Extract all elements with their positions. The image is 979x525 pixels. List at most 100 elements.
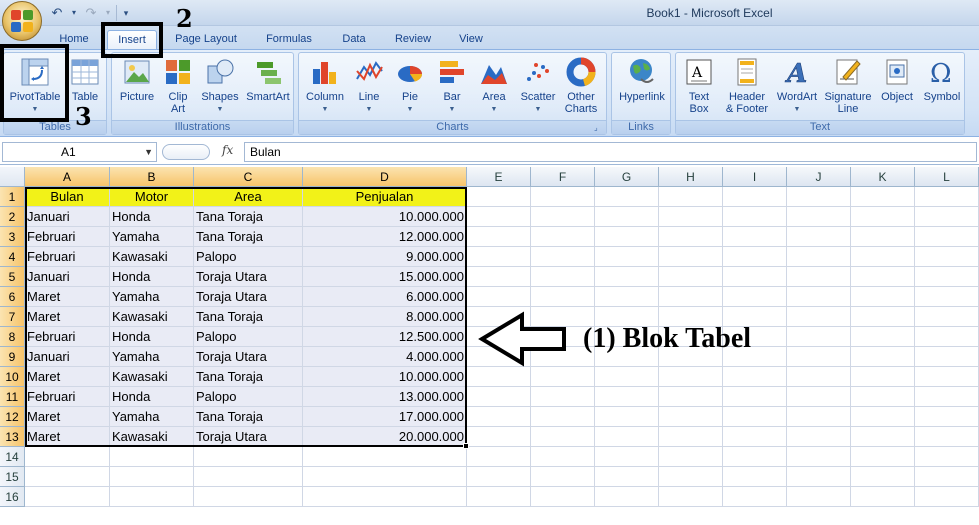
cell-l13[interactable] [915, 427, 979, 447]
cell-k2[interactable] [851, 207, 915, 227]
cell-d10[interactable]: 10.000.000 [303, 367, 467, 387]
cell-h10[interactable] [659, 367, 723, 387]
wordart-button[interactable]: A WordArt ▼ [774, 56, 820, 116]
tab-page-layout[interactable]: Page Layout [172, 30, 240, 50]
cell-h11[interactable] [659, 387, 723, 407]
cell-a8[interactable]: Februari [25, 327, 110, 347]
cell-b15[interactable] [110, 467, 194, 487]
cell-g3[interactable] [595, 227, 659, 247]
cell-l7[interactable] [915, 307, 979, 327]
row-header-12[interactable]: 12 [0, 407, 25, 427]
cell-c14[interactable] [194, 447, 303, 467]
cell-a13[interactable]: Maret [25, 427, 110, 447]
cell-a6[interactable]: Maret [25, 287, 110, 307]
cell-b16[interactable] [110, 487, 194, 507]
cell-a4[interactable]: Februari [25, 247, 110, 267]
hyperlink-button[interactable]: Hyperlink [614, 56, 670, 103]
redo-dropdown-icon[interactable]: ▾ [104, 4, 112, 22]
cell-h12[interactable] [659, 407, 723, 427]
cell-d12[interactable]: 17.000.000 [303, 407, 467, 427]
cell-d5[interactable]: 15.000.000 [303, 267, 467, 287]
cell-a3[interactable]: Februari [25, 227, 110, 247]
cell-g6[interactable] [595, 287, 659, 307]
cell-l5[interactable] [915, 267, 979, 287]
cell-a11[interactable]: Februari [25, 387, 110, 407]
formula-expand-handle[interactable] [162, 144, 210, 160]
other-charts-button[interactable]: Other Charts [561, 56, 601, 115]
cell-h6[interactable] [659, 287, 723, 307]
row-header-7[interactable]: 7 [0, 307, 25, 327]
cell-h14[interactable] [659, 447, 723, 467]
column-header-j[interactable]: J [787, 167, 851, 187]
cell-b4[interactable]: Kawasaki [110, 247, 194, 267]
cell-f1[interactable] [531, 187, 595, 207]
cell-b5[interactable]: Honda [110, 267, 194, 287]
customize-qat-icon[interactable]: ▾ [121, 4, 131, 22]
cell-e3[interactable] [467, 227, 531, 247]
cell-l8[interactable] [915, 327, 979, 347]
cell-j10[interactable] [787, 367, 851, 387]
cell-d4[interactable]: 9.000.000 [303, 247, 467, 267]
cell-j9[interactable] [787, 347, 851, 367]
cell-d13[interactable]: 20.000.000 [303, 427, 467, 447]
row-header-8[interactable]: 8 [0, 327, 25, 347]
header-footer-button[interactable]: Header & Footer [722, 56, 772, 115]
cell-g2[interactable] [595, 207, 659, 227]
cell-l9[interactable] [915, 347, 979, 367]
cell-j4[interactable] [787, 247, 851, 267]
cell-l6[interactable] [915, 287, 979, 307]
cell-a5[interactable]: Januari [25, 267, 110, 287]
cell-c5[interactable]: Toraja Utara [194, 267, 303, 287]
line-chart-button[interactable]: Line ▼ [349, 56, 389, 116]
name-box[interactable]: A1 ▼ [2, 142, 157, 162]
cell-l4[interactable] [915, 247, 979, 267]
cell-b9[interactable]: Yamaha [110, 347, 194, 367]
cell-b3[interactable]: Yamaha [110, 227, 194, 247]
cell-j11[interactable] [787, 387, 851, 407]
row-header-11[interactable]: 11 [0, 387, 25, 407]
column-header-h[interactable]: H [659, 167, 723, 187]
cell-g16[interactable] [595, 487, 659, 507]
shapes-button[interactable]: Shapes ▼ [198, 56, 242, 116]
cell-a16[interactable] [25, 487, 110, 507]
cell-c12[interactable]: Tana Toraja [194, 407, 303, 427]
cell-h4[interactable] [659, 247, 723, 267]
cell-j13[interactable] [787, 427, 851, 447]
cell-h5[interactable] [659, 267, 723, 287]
cell-b14[interactable] [110, 447, 194, 467]
cell-f14[interactable] [531, 447, 595, 467]
cell-g13[interactable] [595, 427, 659, 447]
cell-c8[interactable]: Palopo [194, 327, 303, 347]
cell-f2[interactable] [531, 207, 595, 227]
cell-j14[interactable] [787, 447, 851, 467]
cell-f6[interactable] [531, 287, 595, 307]
column-header-c[interactable]: C [194, 167, 303, 187]
cell-d3[interactable]: 12.000.000 [303, 227, 467, 247]
cell-e12[interactable] [467, 407, 531, 427]
cell-d16[interactable] [303, 487, 467, 507]
cell-a15[interactable] [25, 467, 110, 487]
cell-a10[interactable]: Maret [25, 367, 110, 387]
bar-chart-button[interactable]: Bar ▼ [433, 56, 471, 116]
cell-k6[interactable] [851, 287, 915, 307]
cell-b12[interactable]: Yamaha [110, 407, 194, 427]
tab-review[interactable]: Review [392, 30, 434, 50]
cell-j3[interactable] [787, 227, 851, 247]
cell-l16[interactable] [915, 487, 979, 507]
column-header-f[interactable]: F [531, 167, 595, 187]
cell-k1[interactable] [851, 187, 915, 207]
cell-i14[interactable] [723, 447, 787, 467]
cell-l14[interactable] [915, 447, 979, 467]
cell-g1[interactable] [595, 187, 659, 207]
cell-j6[interactable] [787, 287, 851, 307]
cell-a12[interactable]: Maret [25, 407, 110, 427]
cell-e5[interactable] [467, 267, 531, 287]
cell-c1[interactable]: Area [194, 187, 303, 207]
cell-f5[interactable] [531, 267, 595, 287]
cell-i16[interactable] [723, 487, 787, 507]
cell-j1[interactable] [787, 187, 851, 207]
cell-f12[interactable] [531, 407, 595, 427]
pie-chart-button[interactable]: Pie ▼ [391, 56, 429, 116]
cell-j8[interactable] [787, 327, 851, 347]
scatter-chart-button[interactable]: Scatter ▼ [516, 56, 560, 116]
